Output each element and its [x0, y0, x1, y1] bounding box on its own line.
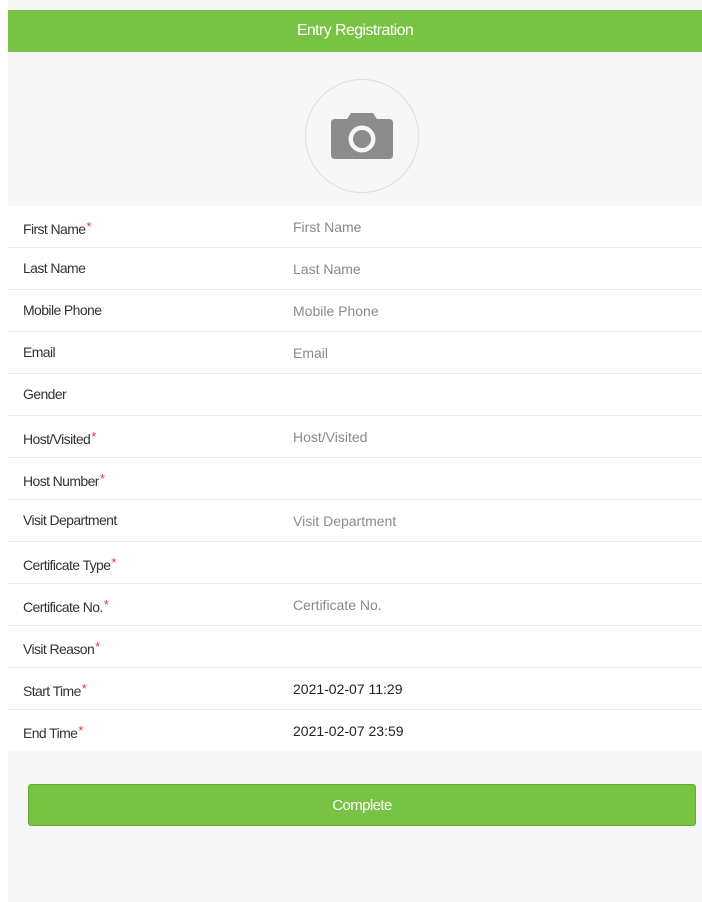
last-name-input[interactable] [293, 254, 673, 283]
visit-department-row: Visit Department [8, 500, 702, 542]
host-visited-label: Host/Visited* [23, 429, 96, 447]
end-time-input[interactable] [293, 716, 673, 745]
first-name-label: First Name* [23, 219, 92, 237]
end-time-row: End Time* [8, 710, 702, 751]
email-label: Email [23, 344, 56, 360]
required-mark: * [78, 723, 83, 738]
first-name-row: First Name* [8, 206, 702, 248]
host-visited-input[interactable] [293, 422, 673, 451]
visit-reason-select[interactable] [293, 632, 673, 661]
page-title: Entry Registration [8, 10, 702, 52]
required-mark: * [99, 471, 105, 486]
host-visited-row: Host/Visited* [8, 416, 702, 458]
required-mark: * [81, 681, 87, 696]
certificate-type-label: Certificate Type* [23, 555, 117, 573]
certificate-no-row: Certificate No.* [8, 584, 702, 626]
last-name-row: Last Name [8, 248, 702, 290]
start-time-input[interactable] [293, 674, 673, 703]
host-number-field[interactable] [293, 464, 673, 493]
mobile-phone-input[interactable] [293, 296, 673, 325]
gender-select[interactable] [293, 380, 673, 409]
camera-icon [331, 113, 393, 159]
required-mark: * [95, 639, 100, 654]
required-mark: * [91, 429, 96, 444]
host-number-row: Host Number* [8, 458, 702, 500]
photo-upload-button[interactable] [305, 79, 419, 193]
email-input[interactable] [293, 338, 673, 367]
certificate-no-label: Certificate No.* [23, 597, 109, 615]
visit-department-label: Visit Department [23, 512, 117, 528]
visit-department-input[interactable] [293, 506, 673, 535]
required-mark: * [111, 555, 116, 570]
visit-reason-row: Visit Reason* [8, 626, 702, 668]
end-time-label: End Time* [23, 723, 83, 741]
mobile-phone-row: Mobile Phone [8, 290, 702, 332]
gender-row: Gender [8, 374, 702, 416]
first-name-input[interactable] [293, 212, 673, 241]
certificate-type-row: Certificate Type* [8, 542, 702, 584]
mobile-phone-label: Mobile Phone [23, 302, 102, 318]
registration-form: First Name* Last Name Mobile Phone Email… [8, 206, 702, 751]
certificate-no-input[interactable] [293, 590, 673, 619]
certificate-type-select[interactable] [293, 548, 673, 577]
required-mark: * [86, 219, 91, 234]
registration-page: Entry Registration First Name* Last Name… [8, 0, 702, 902]
complete-button[interactable]: Complete [28, 784, 696, 826]
email-row: Email [8, 332, 702, 374]
gender-label: Gender [23, 386, 67, 402]
visit-reason-label: Visit Reason* [23, 639, 100, 657]
host-number-label: Host Number* [23, 471, 105, 489]
required-mark: * [103, 597, 109, 612]
start-time-row: Start Time* [8, 668, 702, 710]
last-name-label: Last Name [23, 260, 86, 276]
start-time-label: Start Time* [23, 681, 87, 699]
